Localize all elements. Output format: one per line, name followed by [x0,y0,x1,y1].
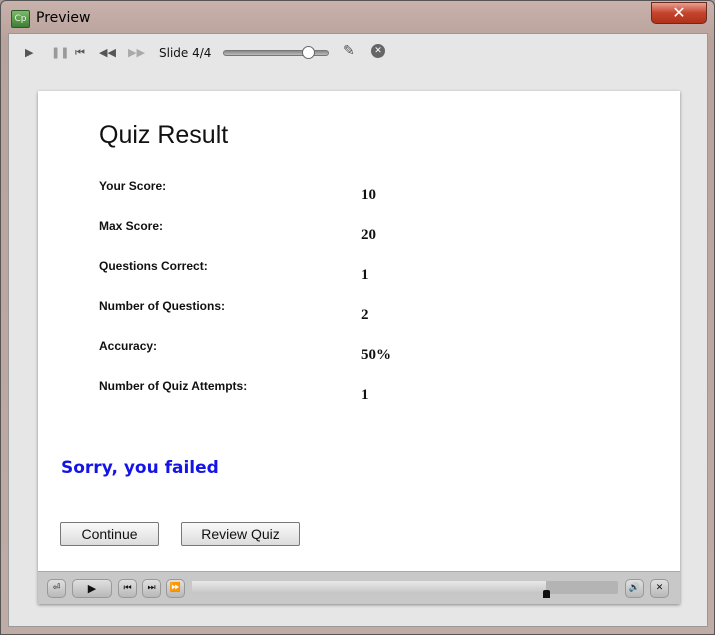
preview-toolbar: ▶ ❚❚ ⏮ ◀◀ ▶▶ Slide 4/4 ✎ ✕ [9,34,707,72]
result-value: 20 [361,227,376,243]
exit-icon[interactable]: ⏎ [47,579,66,598]
result-label: Max Score: [99,219,164,233]
window-title: Preview [36,10,91,26]
pencil-icon[interactable]: ✎ [343,43,355,59]
playbar: ⏎ ▶ ⏮ ⏭ ⏩ 🔊 ✕ [38,571,680,604]
step-forward-button[interactable]: ⏭ [142,579,161,598]
result-label: Accuracy: [99,339,158,353]
result-value: 2 [361,307,369,323]
page-title: Quiz Result [99,121,229,149]
result-label: Your Score: [99,179,167,193]
result-value: 1 [361,387,369,403]
result-label: Number of Quiz Attempts: [99,379,248,393]
progress-track[interactable] [192,581,618,598]
captivate-app-icon: Cp [11,10,30,28]
previous-icon[interactable]: ◀◀ [99,46,116,59]
slide-scrubber[interactable] [223,46,329,59]
window-close-button[interactable]: ✕ [651,2,707,24]
review-quiz-button[interactable]: Review Quiz [181,522,300,546]
fail-message: Sorry, you failed [61,458,219,478]
continue-button[interactable]: Continue [60,522,159,546]
pause-icon[interactable]: ❚❚ [51,46,69,59]
preview-client: ▶ ❚❚ ⏮ ◀◀ ▶▶ Slide 4/4 ✎ ✕ Quiz Result Y… [8,33,708,627]
progress-thumb[interactable] [542,590,550,598]
title-bar[interactable]: Cp Preview ✕ [1,1,714,33]
play-button[interactable]: ▶ [72,579,112,598]
quiz-result-slide: Quiz Result Your Score: 10 Max Score: 20 Q… [38,91,680,604]
result-value: 10 [361,187,376,203]
result-label: Questions Correct: [99,259,208,273]
rewind-start-icon[interactable]: ⏮ [75,46,85,60]
next-icon[interactable]: ▶▶ [128,46,145,59]
scrubber-knob[interactable] [301,46,315,59]
result-value: 1 [361,267,369,283]
close-preview-icon[interactable]: ✕ [371,44,385,58]
fast-forward-button[interactable]: ⏩ [166,579,185,598]
slide-counter: Slide 4/4 [159,46,212,60]
result-value: 50% [361,347,391,363]
preview-window: Cp Preview ✕ ▶ ❚❚ ⏮ ◀◀ ▶▶ Slide 4/4 ✎ ✕ … [0,0,715,635]
rewind-button[interactable]: ⏮ [118,579,137,598]
play-icon[interactable]: ▶ [25,46,33,59]
audio-icon[interactable]: 🔊 [625,579,644,598]
progress-fill [192,581,546,594]
close-playbar-icon[interactable]: ✕ [650,579,669,598]
result-label: Number of Questions: [99,299,226,313]
